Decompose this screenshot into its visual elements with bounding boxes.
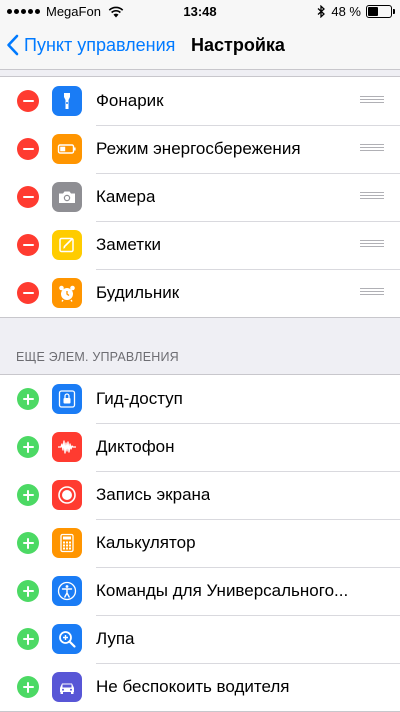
magnifier-icon — [52, 624, 82, 654]
more-controls-list: Гид-доступ Диктофон Запись экрана Кальку… — [0, 374, 400, 712]
add-button[interactable] — [17, 580, 39, 602]
list-item-label: Диктофон — [96, 437, 175, 456]
list-item: Лупа — [0, 615, 400, 663]
status-bar: MegaFon 13:48 48 % — [0, 0, 400, 24]
status-right: 48 % — [317, 4, 395, 19]
remove-button[interactable] — [17, 234, 39, 256]
reorder-handle-icon[interactable] — [360, 144, 384, 154]
remove-button[interactable] — [17, 90, 39, 112]
back-label: Пункт управления — [24, 34, 176, 55]
accessibility-icon — [52, 576, 82, 606]
list-item-label: Фонарик — [96, 91, 164, 110]
alarm-clock-icon — [52, 278, 82, 308]
list-item: Калькулятор — [0, 519, 400, 567]
remove-button[interactable] — [17, 186, 39, 208]
remove-button[interactable] — [17, 138, 39, 160]
reorder-handle-icon[interactable] — [360, 240, 384, 250]
list-item-label: Режим энергосбережения — [96, 139, 301, 158]
list-item: Гид-доступ — [0, 375, 400, 423]
list-item: Будильник — [0, 269, 400, 317]
screen-record-icon — [52, 480, 82, 510]
list-item-label: Лупа — [96, 629, 135, 648]
voice-memo-icon — [52, 432, 82, 462]
list-item-label: Заметки — [96, 235, 162, 254]
battery-percent: 48 % — [331, 4, 361, 19]
car-icon — [52, 672, 82, 702]
list-item-label: Будильник — [96, 283, 180, 302]
add-button[interactable] — [17, 628, 39, 650]
list-item: Режим энергосбережения — [0, 125, 400, 173]
list-item: Заметки — [0, 221, 400, 269]
reorder-handle-icon[interactable] — [360, 288, 384, 298]
lock-icon — [52, 384, 82, 414]
list-item: Команды для Универсального... — [0, 567, 400, 615]
list-item-label: Камера — [96, 187, 156, 206]
chevron-left-icon — [7, 34, 19, 56]
add-button[interactable] — [17, 484, 39, 506]
list-item-label: Не беспокоить водителя — [96, 677, 290, 696]
navigation-bar: Пункт управления Настройка — [0, 24, 400, 70]
bluetooth-icon — [317, 5, 326, 18]
add-button[interactable] — [17, 436, 39, 458]
list-item: Камера — [0, 173, 400, 221]
page-title: Настройка — [191, 35, 285, 55]
add-button[interactable] — [17, 532, 39, 554]
list-item-label: Команды для Универсального... — [96, 581, 349, 600]
list-item: Фонарик — [0, 77, 400, 125]
remove-button[interactable] — [17, 282, 39, 304]
list-item-label: Гид-доступ — [96, 389, 183, 408]
battery-icon — [366, 5, 395, 18]
section-header: ЕЩЕ ЭЛЕМ. УПРАВЛЕНИЯ — [16, 350, 179, 364]
list-item: Запись экрана — [0, 471, 400, 519]
calculator-icon — [52, 528, 82, 558]
camera-icon — [52, 182, 82, 212]
included-controls-list: Фонарик Режим энергосбережения Камера За… — [0, 76, 400, 318]
notes-icon — [52, 230, 82, 260]
add-button[interactable] — [17, 388, 39, 410]
battery-low-power-icon — [52, 134, 82, 164]
flashlight-icon — [52, 86, 82, 116]
reorder-handle-icon[interactable] — [360, 192, 384, 202]
list-item: Не беспокоить водителя — [0, 663, 400, 711]
add-button[interactable] — [17, 676, 39, 698]
list-item-label: Калькулятор — [96, 533, 196, 552]
list-item-label: Запись экрана — [96, 485, 211, 504]
reorder-handle-icon[interactable] — [360, 96, 384, 106]
list-item: Диктофон — [0, 423, 400, 471]
back-button[interactable]: Пункт управления — [6, 34, 175, 56]
